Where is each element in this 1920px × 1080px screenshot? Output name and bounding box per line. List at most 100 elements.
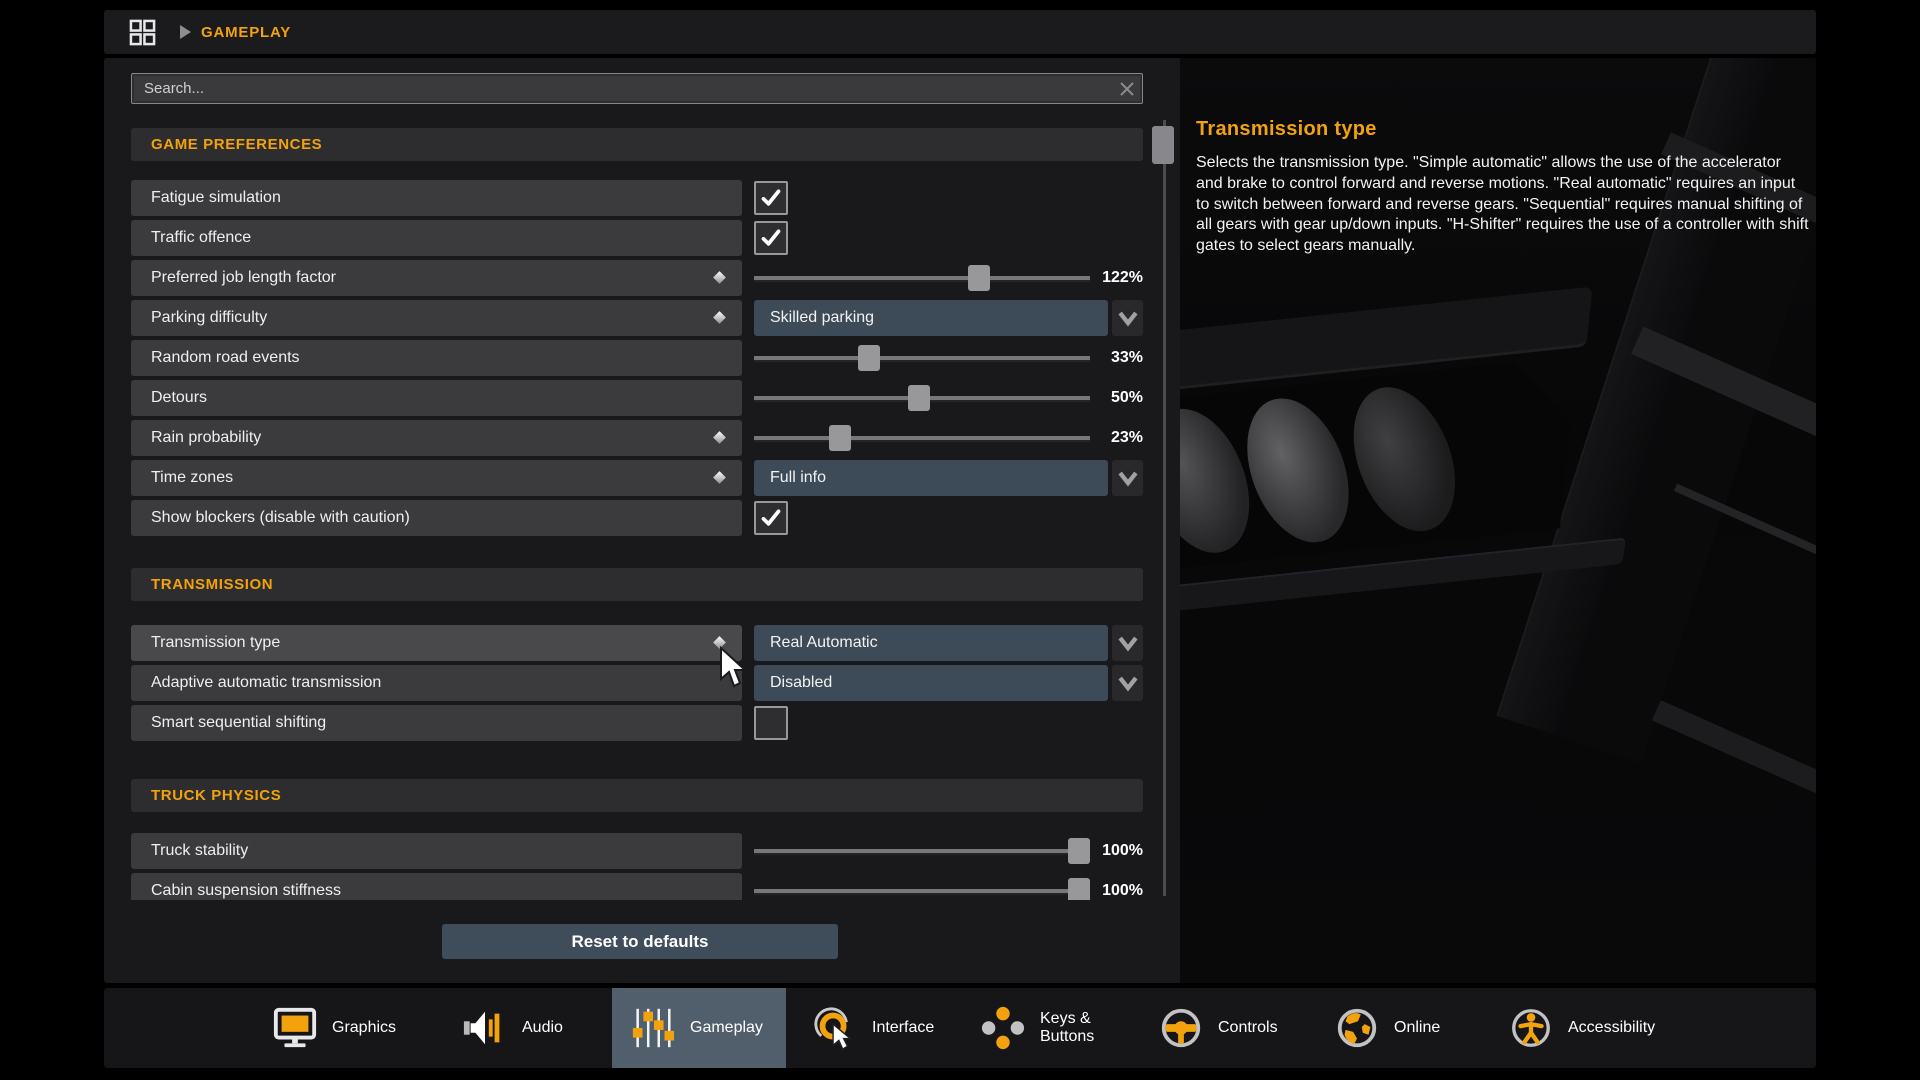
slider-handle[interactable] (829, 425, 851, 451)
dropdown[interactable]: Disabled (754, 665, 1108, 701)
tab-gameplay[interactable]: Gameplay (612, 988, 786, 1068)
tab-interface[interactable]: Interface (794, 988, 944, 1068)
setting-label-bar[interactable]: Preferred job length factor (131, 260, 742, 296)
setting-label-bar[interactable]: Adaptive automatic transmission (131, 665, 742, 701)
section-title: GAME PREFERENCES (131, 136, 322, 153)
setting-label-bar[interactable]: Parking difficulty (131, 300, 742, 336)
slider-handle[interactable] (968, 265, 990, 291)
setting-label-bar[interactable]: Rain probability (131, 420, 742, 456)
tab-graphics[interactable]: Graphics (254, 988, 434, 1068)
setting-control (754, 220, 1143, 256)
setting-control: Disabled (754, 665, 1143, 701)
checkbox[interactable] (754, 501, 788, 535)
setting-label-bar[interactable]: Truck stability (131, 833, 742, 869)
settings-section: GAME PREFERENCES Fatigue simulation Traf… (131, 128, 1143, 536)
setting-label: Smart sequential shifting (131, 714, 326, 732)
setting-row: Traffic offence (131, 220, 1143, 256)
dropdown[interactable]: Real Automatic (754, 625, 1108, 661)
tab-label: Graphics (332, 1019, 396, 1037)
setting-label: Truck stability (131, 842, 248, 860)
setting-label-bar[interactable]: Traffic offence (131, 220, 742, 256)
detail-description: Selects the transmission type. "Simple a… (1196, 153, 1811, 257)
slider-handle[interactable] (858, 345, 880, 371)
setting-control: Skilled parking (754, 300, 1143, 336)
setting-label-bar[interactable]: Detours (131, 380, 742, 416)
menu-grid-icon[interactable] (129, 19, 156, 46)
setting-row: Random road events 33% (131, 340, 1143, 376)
search-input[interactable] (132, 80, 1112, 97)
setting-label: Cabin suspension stiffness (131, 882, 341, 900)
tab-label: Interface (872, 1019, 934, 1037)
diamond-icon (713, 471, 726, 484)
section-header: TRUCK PHYSICS (131, 779, 1143, 812)
tab-controls[interactable]: Controls (1140, 988, 1290, 1068)
slider-track[interactable] (754, 849, 1090, 853)
setting-label-bar[interactable]: Transmission type (131, 625, 742, 661)
setting-label: Time zones (131, 469, 233, 487)
buttons-icon (980, 1005, 1026, 1051)
page-title: GAMEPLAY (201, 24, 291, 41)
accessibility-icon (1508, 1005, 1554, 1051)
tab-accessibility[interactable]: Accessibility (1490, 988, 1700, 1068)
setting-row: Fatigue simulation (131, 180, 1143, 216)
setting-label-bar[interactable]: Random road events (131, 340, 742, 376)
detail-panel: Transmission type Selects the transmissi… (1196, 118, 1811, 257)
dropdown[interactable]: Skilled parking (754, 300, 1108, 336)
content-panel: Transmission type Selects the transmissi… (104, 58, 1816, 983)
tab-label: Audio (522, 1019, 563, 1037)
setting-control: 100% (754, 833, 1143, 869)
section-header: GAME PREFERENCES (131, 128, 1143, 161)
section-header: TRANSMISSION (131, 568, 1143, 601)
setting-row: Transmission type Real Automatic (131, 625, 1143, 661)
setting-control (754, 500, 1143, 536)
slider-track[interactable] (754, 436, 1090, 440)
globe-icon (1334, 1005, 1380, 1051)
setting-label-bar[interactable]: Fatigue simulation (131, 180, 742, 216)
slider-track[interactable] (754, 356, 1090, 360)
setting-label-bar[interactable]: Show blockers (disable with caution) (131, 500, 742, 536)
diamond-icon (713, 271, 726, 284)
setting-row: Parking difficulty Skilled parking (131, 300, 1143, 336)
setting-row: Smart sequential shifting (131, 705, 1143, 741)
reset-to-defaults-button[interactable]: Reset to defaults (442, 924, 838, 959)
tab-online[interactable]: Online (1316, 988, 1446, 1068)
setting-label: Adaptive automatic transmission (131, 674, 381, 692)
setting-control (754, 705, 1143, 741)
tab-label: Keys & Buttons (1040, 1010, 1094, 1047)
steering-wheel-icon (1158, 1005, 1204, 1051)
setting-label-bar[interactable]: Time zones (131, 460, 742, 496)
chevron-down-icon[interactable] (1112, 625, 1143, 661)
setting-label: Detours (131, 389, 207, 407)
mixer-icon (630, 1005, 676, 1051)
dropdown[interactable]: Full info (754, 460, 1108, 496)
tab-keys-buttons[interactable]: Keys & Buttons (962, 988, 1132, 1068)
setting-label-bar[interactable]: Smart sequential shifting (131, 705, 742, 741)
checkbox[interactable] (754, 221, 788, 255)
setting-label: Traffic offence (131, 229, 251, 247)
checkbox[interactable] (754, 181, 788, 215)
scrollbar-track[interactable] (1163, 120, 1166, 896)
slider-track[interactable] (754, 276, 1090, 280)
dropdown-value: Real Automatic (754, 634, 878, 652)
cursor-click-icon (812, 1005, 858, 1051)
checkbox[interactable] (754, 706, 788, 740)
chevron-down-icon[interactable] (1112, 460, 1143, 496)
photo-shape (1674, 484, 1816, 581)
setting-label-bar[interactable]: Cabin suspension stiffness (131, 873, 742, 900)
setting-label: Transmission type (131, 634, 280, 652)
breadcrumb-arrow-icon (180, 25, 191, 39)
setting-row: Detours 50% (131, 380, 1143, 416)
slider-value: 50% (1083, 380, 1143, 416)
chevron-down-icon[interactable] (1112, 300, 1143, 336)
clear-search-icon[interactable] (1112, 74, 1142, 103)
slider-track[interactable] (754, 396, 1090, 400)
chevron-down-icon[interactable] (1112, 665, 1143, 701)
slider-handle[interactable] (908, 385, 930, 411)
tab-label: Accessibility (1568, 1019, 1655, 1037)
search-box (131, 73, 1143, 104)
scrollbar-thumb[interactable] (1152, 126, 1174, 164)
slider-track[interactable] (754, 889, 1090, 893)
slider-value: 23% (1083, 420, 1143, 456)
tab-label: Controls (1218, 1019, 1278, 1037)
tab-audio[interactable]: Audio (444, 988, 574, 1068)
